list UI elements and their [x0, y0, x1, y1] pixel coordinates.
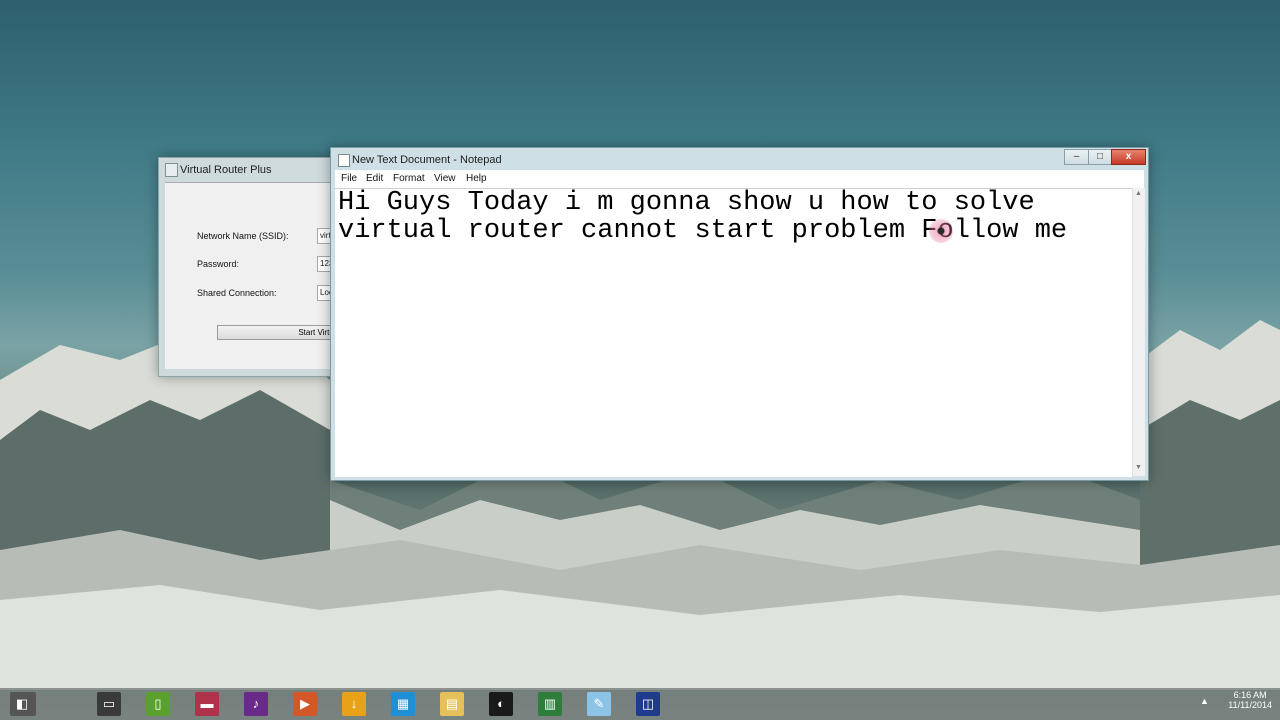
chart-app-icon-glyph: ▥	[543, 696, 557, 711]
desktop-app-icon-glyph: ▭	[102, 696, 116, 711]
store-icon-glyph: ▦	[396, 696, 410, 711]
video-icon[interactable]: ▶	[293, 692, 317, 716]
red-app-icon[interactable]: ▬	[195, 692, 219, 716]
start-icon: ◧	[15, 696, 29, 711]
red-app-icon-glyph: ▬	[200, 696, 214, 711]
menu-bar: File Edit Format View Help	[335, 170, 1144, 188]
file-explorer-icon[interactable]: ▤	[440, 692, 464, 716]
menu-edit[interactable]: Edit	[366, 173, 383, 184]
password-label: Password:	[197, 259, 240, 269]
text-editor-area[interactable]: Hi Guys Today i m gonna show u how to so…	[335, 188, 1132, 477]
notepad-app-icon	[338, 154, 350, 167]
router-app-icon	[165, 163, 178, 177]
notepad-title: New Text Document - Notepad	[352, 154, 502, 166]
system-clock[interactable]: 6:16 AM 11/11/2014	[1228, 690, 1272, 710]
music-icon-glyph: ♪	[252, 696, 260, 711]
shared-connection-label: Shared Connection:	[197, 288, 277, 298]
notepad-icon[interactable]: ✎	[587, 692, 611, 716]
desktop-app-icon[interactable]: ▭	[97, 692, 121, 716]
video-icon-glyph: ▶	[300, 696, 310, 711]
minimize-button[interactable]: –	[1064, 149, 1089, 165]
clock-time: 6:16 AM	[1233, 690, 1267, 700]
green-document-icon-glyph: ▯	[154, 696, 162, 711]
virtual-router-icon-glyph: ◫	[641, 696, 655, 711]
maximize-button[interactable]: □	[1088, 149, 1112, 165]
tray-overflow-icon[interactable]: ▲	[1200, 696, 1209, 706]
virtual-router-title: Virtual Router Plus	[180, 164, 272, 176]
close-button[interactable]: x	[1111, 149, 1146, 165]
menu-view[interactable]: View	[434, 173, 456, 184]
chart-app-icon[interactable]: ▥	[538, 692, 562, 716]
music-icon[interactable]: ♪	[244, 692, 268, 716]
scroll-down-arrow-icon[interactable]: ▼	[1135, 464, 1142, 471]
mouse-cursor-icon	[929, 219, 953, 243]
download-icon-glyph: ↓	[350, 696, 358, 711]
taskbar: ◧ ▭ ▯ ▬ ♪ ▶ ↓ ▦ ▤ ◐ ▥ ✎ ◫ ▲ 6:16 AM 11/11/2014	[0, 688, 1280, 720]
green-document-icon[interactable]: ▯	[146, 692, 170, 716]
text-line: virtual router cannot start problem Foll…	[338, 216, 1068, 246]
download-icon[interactable]: ↓	[342, 692, 366, 716]
notepad-titlebar[interactable]: New Text Document - Notepad – □ x	[331, 148, 1148, 170]
start-button[interactable]: ◧	[10, 692, 36, 716]
browser-icon[interactable]: ◐	[489, 692, 513, 716]
start-virtual-router-button[interactable]: Start Virtual	[217, 325, 347, 340]
browser-icon-glyph: ◐	[497, 696, 505, 711]
scroll-up-arrow-icon[interactable]: ▲	[1135, 190, 1142, 197]
menu-file[interactable]: File	[341, 173, 357, 184]
virtual-router-titlebar[interactable]: Virtual Router Plus	[159, 158, 339, 180]
clock-date: 11/11/2014	[1228, 700, 1272, 710]
file-explorer-icon-glyph: ▤	[445, 696, 459, 711]
menu-help[interactable]: Help	[466, 173, 487, 184]
virtual-router-window: Virtual Router Plus Network Name (SSID):…	[158, 157, 347, 377]
text-line: Hi Guys Today i m gonna show u how to so…	[338, 188, 1035, 218]
virtual-router-icon[interactable]: ◫	[636, 692, 660, 716]
network-name-label: Network Name (SSID):	[197, 231, 289, 241]
store-icon[interactable]: ▦	[391, 692, 415, 716]
vertical-scrollbar[interactable]: ▲ ▼	[1132, 188, 1145, 476]
menu-format[interactable]: Format	[393, 173, 425, 184]
virtual-router-form: Network Name (SSID): virt Password: 123 …	[165, 182, 347, 369]
notepad-window: New Text Document - Notepad – □ x File E…	[330, 147, 1149, 481]
notepad-icon-glyph: ✎	[593, 696, 605, 711]
